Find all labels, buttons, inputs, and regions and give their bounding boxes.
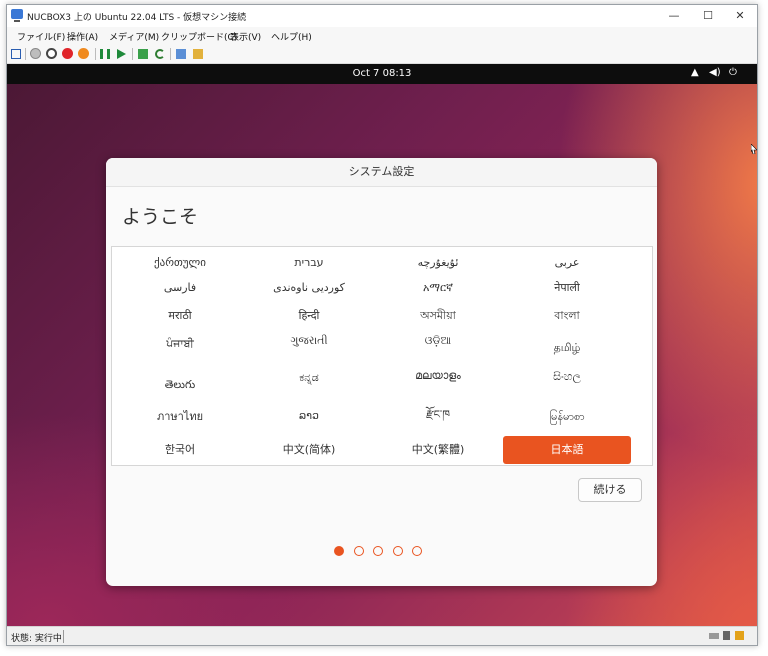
- language-item[interactable]: 中文(繁體): [374, 436, 502, 464]
- pause-icon[interactable]: [100, 49, 110, 59]
- menu-media[interactable]: メディア(M): [109, 30, 159, 43]
- toolbar: [7, 45, 757, 64]
- keyboard-icon: [709, 633, 719, 639]
- resume-icon[interactable]: [117, 49, 126, 59]
- window-title: NUCBOX3 上の Ubuntu 22.04 LTS - 仮想マシン接続: [27, 13, 247, 23]
- language-item[interactable]: မြန်မာစာ: [503, 403, 631, 431]
- language-list[interactable]: ქართული עברית ئۇيغۇرچە عربى فارسی کوردیی…: [111, 246, 653, 466]
- language-item[interactable]: རྫོང་ཁ: [374, 401, 502, 429]
- turnoff-icon[interactable]: [62, 48, 73, 59]
- language-item[interactable]: मराठी: [116, 302, 244, 330]
- title-bar: NUCBOX3 上の Ubuntu 22.04 LTS - 仮想マシン接続 — …: [7, 5, 757, 27]
- maximize-button[interactable]: ☐: [691, 5, 725, 27]
- lock-icon: [735, 631, 744, 640]
- continue-button[interactable]: 続ける: [578, 478, 642, 502]
- language-item[interactable]: ລາວ: [245, 402, 373, 430]
- volume-icon[interactable]: ◀): [709, 67, 721, 78]
- language-item[interactable]: فارسی: [116, 274, 244, 302]
- language-item[interactable]: 中文(简体): [245, 436, 373, 464]
- start-icon[interactable]: [46, 48, 57, 59]
- close-button[interactable]: ✕: [723, 5, 757, 27]
- menu-action[interactable]: 操作(A): [67, 30, 98, 43]
- checkpoint-icon[interactable]: [138, 49, 148, 59]
- share-icon[interactable]: [193, 49, 203, 59]
- mouse-icon: [723, 631, 730, 640]
- language-item[interactable]: 한국어: [116, 436, 244, 464]
- language-item[interactable]: ગુજરાતી: [245, 327, 373, 355]
- language-item-selected[interactable]: 日本語: [503, 436, 631, 464]
- language-item[interactable]: ქართული: [116, 249, 244, 277]
- ctrl-alt-del-icon[interactable]: [11, 49, 21, 59]
- menu-view[interactable]: 表示(V): [230, 30, 261, 43]
- vm-connection-icon: [11, 9, 23, 22]
- menu-file[interactable]: ファイル(F): [17, 30, 65, 43]
- language-item[interactable]: తెలుగు: [116, 371, 244, 399]
- step-dot: [354, 546, 364, 556]
- language-item[interactable]: नेपाली: [503, 274, 631, 302]
- language-item[interactable]: অসমীয়া: [374, 302, 502, 330]
- language-item[interactable]: മലയാളം: [374, 362, 502, 390]
- minimize-button[interactable]: —: [657, 5, 691, 27]
- clock[interactable]: Oct 7 08:13: [7, 68, 757, 79]
- language-item[interactable]: தமிழ்: [503, 334, 631, 362]
- language-item[interactable]: हिन्दी: [245, 302, 373, 330]
- language-item[interactable]: ଓଡ଼ିଆ: [374, 327, 502, 355]
- stop-icon[interactable]: [30, 48, 41, 59]
- language-item[interactable]: عربى: [503, 249, 631, 277]
- step-dot: [373, 546, 383, 556]
- language-item[interactable]: বাংলা: [503, 302, 631, 330]
- step-dot-active: [334, 546, 344, 556]
- language-item[interactable]: עברית: [245, 249, 373, 277]
- power-icon[interactable]: ⏻: [729, 67, 737, 78]
- network-icon[interactable]: ▲: [691, 67, 699, 78]
- language-item[interactable]: සිංහල: [503, 363, 631, 391]
- status-text: 状態: 実行中: [11, 634, 62, 644]
- language-item[interactable]: کوردیی ناوەندی: [245, 274, 373, 302]
- language-item[interactable]: ئۇيغۇرچە: [374, 249, 502, 277]
- revert-icon[interactable]: [155, 49, 165, 59]
- gnome-top-bar: Oct 7 08:13 ▲ ◀) ⏻: [7, 64, 757, 84]
- setup-dialog: システム設定 ようこそ ქართული עברית ئۇيغۇرچە عربى …: [106, 158, 657, 586]
- status-bar: 状態: 実行中: [7, 626, 757, 645]
- menu-clipboard[interactable]: クリップボード(C): [161, 30, 237, 43]
- guest-display[interactable]: Oct 7 08:13 ▲ ◀) ⏻ システム設定 ようこそ ქართული ע…: [7, 64, 757, 626]
- dialog-title: システム設定: [106, 158, 657, 187]
- step-dot: [393, 546, 403, 556]
- vm-connection-window: NUCBOX3 上の Ubuntu 22.04 LTS - 仮想マシン接続 — …: [6, 4, 758, 646]
- shutdown-icon[interactable]: [78, 48, 89, 59]
- menu-help[interactable]: ヘルプ(H): [271, 30, 312, 43]
- language-item[interactable]: ਪੰਜਾਬੀ: [116, 330, 244, 358]
- language-item[interactable]: አማርኛ: [374, 274, 502, 302]
- menu-bar: ファイル(F) 操作(A) メディア(M) クリップボード(C) 表示(V) ヘ…: [7, 27, 757, 45]
- enhanced-session-icon[interactable]: [176, 49, 186, 59]
- welcome-heading: ようこそ: [122, 206, 199, 228]
- step-dot: [412, 546, 422, 556]
- language-item[interactable]: ภาษาไทย: [116, 403, 244, 431]
- mouse-cursor-icon: [751, 144, 757, 154]
- language-item[interactable]: ಕನ್ನಡ: [245, 364, 373, 392]
